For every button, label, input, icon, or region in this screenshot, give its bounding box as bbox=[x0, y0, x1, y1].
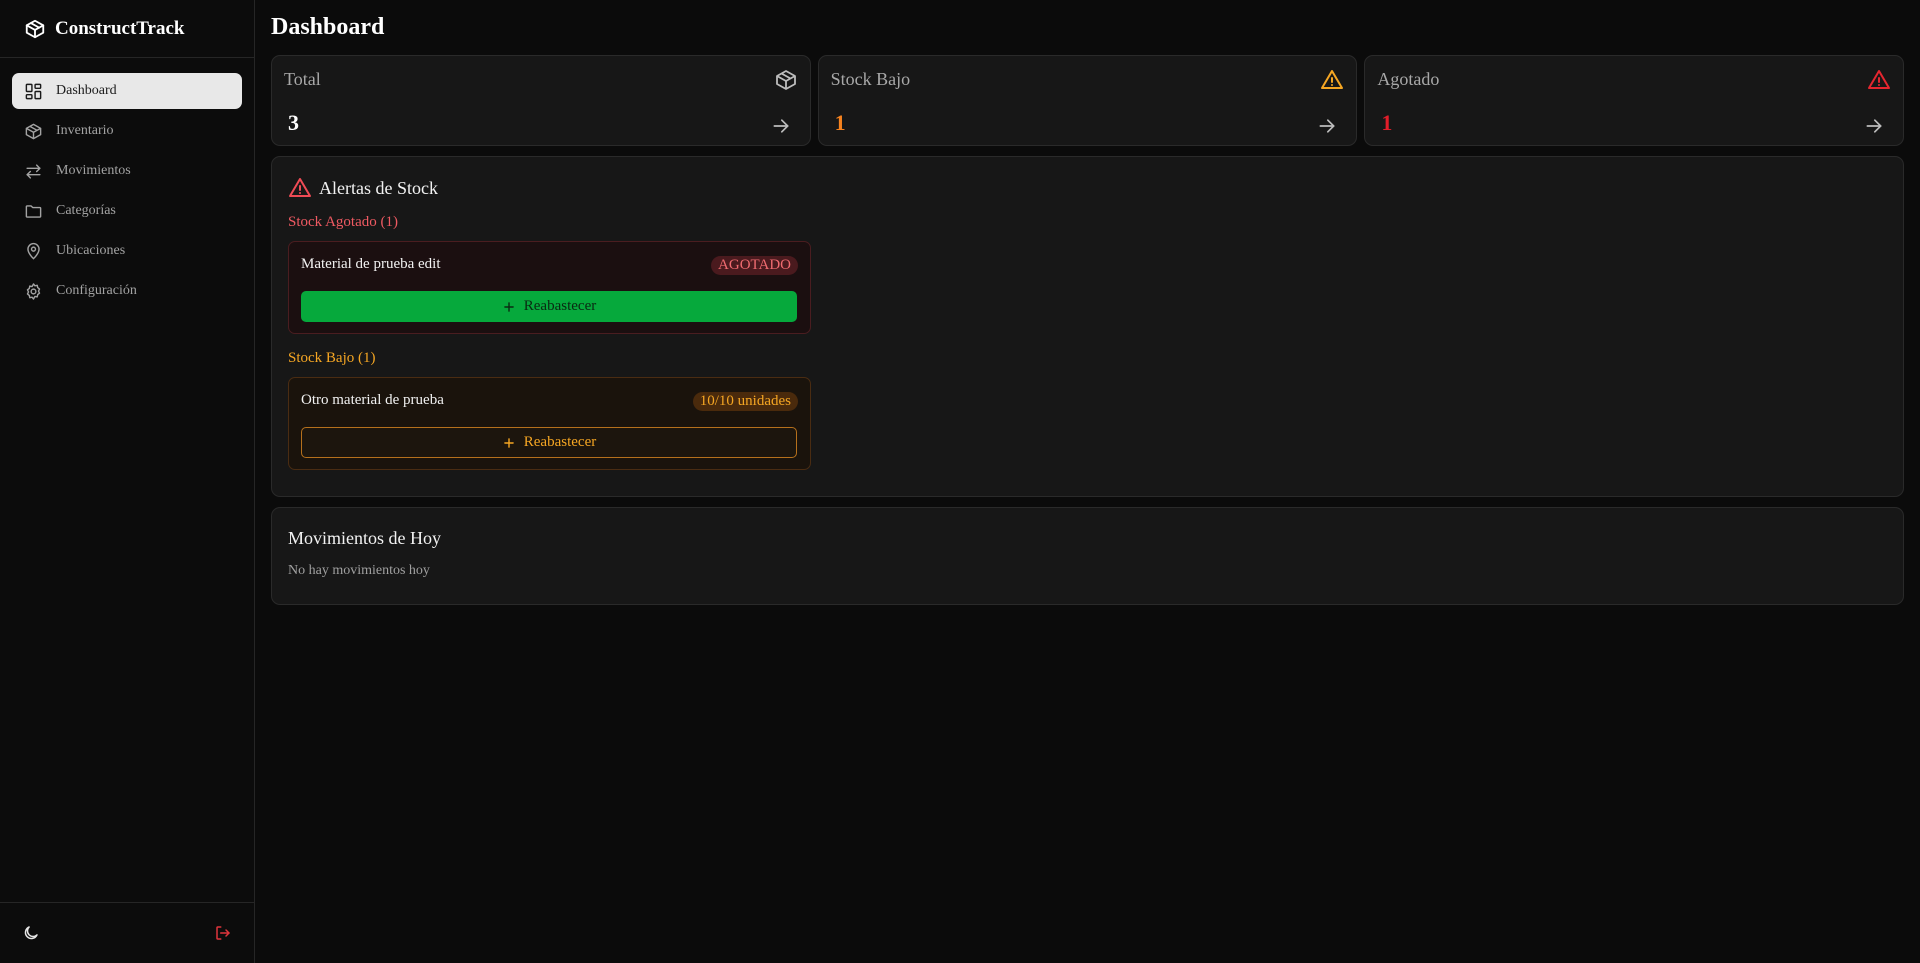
sidebar-item-ubicaciones[interactable]: Ubicaciones bbox=[12, 233, 242, 269]
stat-value: 3 bbox=[288, 110, 299, 135]
alert-card-out-of-stock: Material de prueba edit AGOTADO Reabaste… bbox=[288, 241, 811, 334]
stats-row: Total 3 Stock Bajo 1 Agotado 1 bbox=[271, 55, 1905, 146]
sidebar-item-label: Categorías bbox=[56, 203, 116, 218]
sidebar-item-movimientos[interactable]: Movimientos bbox=[12, 153, 242, 189]
plus-icon bbox=[503, 301, 514, 312]
status-badge: AGOTADO bbox=[711, 256, 798, 275]
stat-label: Agotado bbox=[1377, 69, 1440, 89]
sidebar-item-inventario[interactable]: Inventario bbox=[12, 113, 242, 149]
stat-card-agotado: Agotado 1 bbox=[1364, 55, 1905, 146]
page-title: Dashboard bbox=[271, 14, 385, 40]
panel-title: Alertas de Stock bbox=[319, 177, 438, 198]
out-of-stock-heading: Stock Agotado (1) bbox=[288, 214, 398, 230]
low-stock-heading: Stock Bajo (1) bbox=[288, 350, 376, 366]
arrow-right-icon[interactable] bbox=[771, 116, 791, 136]
stock-alerts-panel: Alertas de Stock Stock Agotado (1) Mater… bbox=[271, 156, 1904, 497]
sidebar-item-categorias[interactable]: Categorías bbox=[12, 193, 242, 229]
warning-triangle-icon bbox=[1868, 70, 1891, 89]
brand[interactable]: ConstructTrack bbox=[0, 0, 254, 58]
package-icon bbox=[25, 123, 42, 139]
arrow-right-icon[interactable] bbox=[1864, 116, 1884, 136]
stat-card-stock-bajo: Stock Bajo 1 bbox=[817, 55, 1358, 146]
arrow-right-icon[interactable] bbox=[1317, 116, 1337, 136]
warning-triangle-icon bbox=[1321, 70, 1344, 89]
folder-icon bbox=[25, 204, 42, 218]
gear-icon bbox=[26, 282, 41, 300]
stock-count-badge: 10/10 unidades bbox=[692, 392, 798, 411]
alert-card-low-stock: Otro material de prueba 10/10 unidades R… bbox=[288, 377, 811, 470]
sidebar-item-label: Configuración bbox=[56, 283, 137, 298]
sidebar-item-label: Ubicaciones bbox=[56, 243, 126, 258]
panel-header: Alertas de Stock bbox=[288, 176, 1887, 200]
restock-label: Reabastecer bbox=[523, 434, 597, 450]
sidebar-item-dashboard[interactable]: Dashboard bbox=[12, 73, 242, 109]
stat-value: 1 bbox=[834, 110, 846, 135]
stat-label: Total bbox=[284, 69, 321, 89]
moon-icon[interactable] bbox=[22, 924, 40, 942]
todays-movements-panel: Movimientos de Hoy No hay movimientos ho… bbox=[271, 507, 1904, 605]
sidebar: ConstructTrack Dashboard Inventario Movi… bbox=[0, 0, 255, 963]
map-pin-icon bbox=[27, 242, 40, 260]
app-name: ConstructTrack bbox=[55, 17, 185, 39]
warning-triangle-icon bbox=[289, 178, 311, 197]
arrows-exchange-icon bbox=[26, 163, 41, 179]
empty-state-text: No hay movimientos hoy bbox=[288, 563, 430, 578]
sidebar-item-configuracion[interactable]: Configuración bbox=[12, 273, 242, 309]
sidebar-footer bbox=[0, 902, 254, 963]
sidebar-item-label: Dashboard bbox=[56, 83, 117, 98]
layout-grid-icon bbox=[25, 83, 42, 99]
stat-label: Stock Bajo bbox=[830, 69, 911, 89]
material-name: Otro material de prueba bbox=[301, 392, 444, 408]
restock-button[interactable]: Reabastecer bbox=[301, 291, 797, 322]
stat-value: 1 bbox=[1381, 110, 1393, 135]
package-icon bbox=[775, 70, 796, 90]
restock-button[interactable]: Reabastecer bbox=[301, 427, 797, 458]
plus-icon bbox=[503, 437, 514, 448]
sidebar-item-label: Movimientos bbox=[56, 163, 131, 178]
stat-card-total: Total 3 bbox=[271, 55, 811, 146]
package-icon bbox=[25, 19, 45, 38]
sidebar-nav: Dashboard Inventario Movimientos Categor… bbox=[0, 58, 254, 309]
material-name: Material de prueba edit bbox=[301, 256, 441, 272]
logout-icon[interactable] bbox=[214, 924, 232, 942]
main-content: Dashboard Total 3 Stock Bajo 1 Agotado 1… bbox=[256, 0, 1920, 963]
restock-label: Reabastecer bbox=[523, 298, 597, 314]
panel-title: Movimientos de Hoy bbox=[288, 528, 441, 548]
sidebar-item-label: Inventario bbox=[56, 123, 114, 138]
